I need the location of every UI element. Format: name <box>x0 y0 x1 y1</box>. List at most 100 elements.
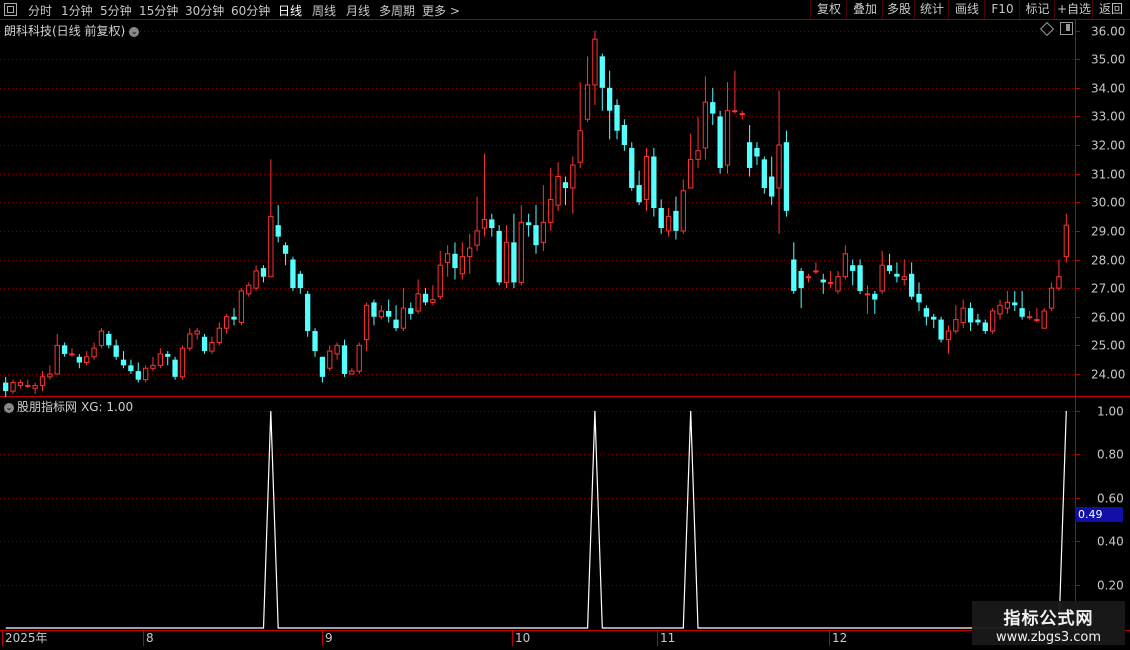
candle <box>680 179 686 234</box>
chevron-down-icon[interactable]: ⌄ <box>129 26 140 37</box>
candle-body <box>393 319 399 329</box>
candle-body <box>91 347 97 358</box>
candle-body <box>194 330 200 335</box>
candle <box>643 147 650 211</box>
candle-body <box>415 293 421 312</box>
candle <box>525 213 532 237</box>
candle <box>209 336 215 354</box>
candle <box>489 213 495 237</box>
candle <box>312 328 318 357</box>
candle <box>32 382 38 394</box>
candle <box>960 299 966 329</box>
candle <box>157 348 164 369</box>
candle <box>673 196 679 240</box>
candle-body <box>592 38 598 86</box>
candle-body <box>879 264 885 292</box>
candle <box>10 379 16 394</box>
candle-body <box>769 176 775 197</box>
price-axis: 36.00 35.00 34.00 33.00 32.00 31.00 30.00 29.00… <box>1075 25 1125 382</box>
candle-body <box>165 353 171 357</box>
chevron-down-icon[interactable]: ⌄ <box>4 402 14 413</box>
candle-body <box>386 311 392 317</box>
date-label: 10 <box>515 631 530 645</box>
candle-body <box>584 84 591 120</box>
main-chart-title[interactable]: 朗科科技(日线 前复权) ⌄ <box>4 22 140 39</box>
candle-body <box>1048 287 1055 309</box>
candle <box>319 356 326 383</box>
stock-title: 朗科科技(日线 前复权) <box>4 24 126 38</box>
candle-body <box>607 87 613 111</box>
candle-body <box>47 373 53 378</box>
candle-body <box>702 101 709 149</box>
candle <box>238 288 245 326</box>
candle <box>297 270 303 294</box>
candle-body <box>739 113 745 116</box>
candle-body <box>349 370 355 375</box>
candle <box>805 273 812 283</box>
candle <box>791 242 797 294</box>
candle-body <box>629 147 635 188</box>
date-label: 8 <box>146 631 154 645</box>
candle-body <box>371 302 377 317</box>
candle-body <box>651 156 657 208</box>
kline-chart[interactable]: 36.00 35.00 34.00 33.00 32.00 31.00 30.00 29.00… <box>0 0 1130 650</box>
candle-body <box>931 316 937 320</box>
candle-body <box>665 216 672 232</box>
candle-body <box>599 56 605 88</box>
price-tick-label: 29.00 <box>1091 225 1125 239</box>
candle <box>629 142 635 191</box>
candle-body <box>673 210 679 231</box>
candle-body <box>857 265 863 291</box>
candle-body <box>540 221 547 243</box>
candle-body <box>39 376 46 386</box>
candle <box>769 156 775 206</box>
candle <box>879 250 885 294</box>
candle <box>135 362 141 383</box>
candle-body <box>982 322 988 332</box>
candle-body <box>17 382 24 386</box>
candle-body <box>1004 301 1011 309</box>
candle-body <box>511 242 517 283</box>
indicator-tick-label: 0.20 <box>1097 579 1124 593</box>
candle-body <box>813 270 819 273</box>
xg-value-label: XG: 1.00 <box>81 400 134 414</box>
date-label: 2025年 <box>5 631 48 645</box>
candle <box>165 351 171 366</box>
candle-body <box>754 147 760 157</box>
candle-body <box>275 225 281 237</box>
layout-toggle-icon[interactable] <box>1060 22 1073 35</box>
candle-body <box>783 142 790 211</box>
candle <box>84 351 90 366</box>
candle <box>150 356 156 372</box>
candle-body <box>3 382 9 392</box>
price-tick-label: 32.00 <box>1091 139 1125 153</box>
candle-body <box>76 356 82 363</box>
candle <box>1019 290 1025 320</box>
candle <box>459 242 465 280</box>
candle <box>47 365 53 380</box>
candle <box>179 345 186 380</box>
candle <box>555 162 561 211</box>
candle <box>422 288 429 306</box>
candle-body <box>791 259 797 291</box>
candle <box>746 125 753 177</box>
candle-body <box>518 221 524 283</box>
candle-body <box>548 198 554 223</box>
candle <box>636 170 642 206</box>
candle-body <box>305 293 311 332</box>
candle <box>592 30 598 105</box>
candle-body <box>319 356 326 377</box>
candle <box>378 305 384 320</box>
candle <box>931 313 937 329</box>
candle <box>386 299 392 323</box>
candle-body <box>290 259 296 289</box>
indicator-title[interactable]: ⌄ 股朋指标网 XG: 1.00 <box>4 398 133 415</box>
candle <box>231 308 237 326</box>
candle-body <box>135 371 141 380</box>
candle-body <box>172 359 178 377</box>
candle <box>658 199 664 234</box>
candle-body <box>835 276 841 292</box>
candle-body <box>967 308 974 323</box>
candle <box>702 76 709 160</box>
candle-body <box>908 273 915 297</box>
